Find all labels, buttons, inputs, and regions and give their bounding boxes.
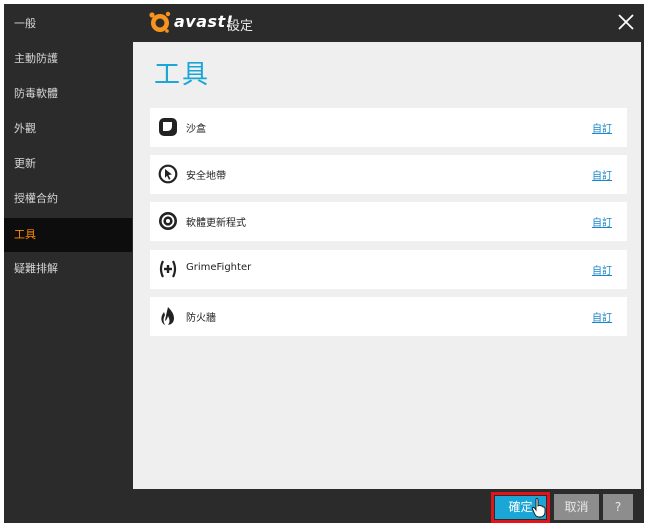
sidebar-item-general[interactable]: 一般 bbox=[4, 7, 132, 41]
title-bar: avast! 設定 bbox=[132, 4, 644, 42]
firewall-icon bbox=[161, 307, 174, 325]
tool-row-grimefighter: GrimeFighter 自訂 bbox=[150, 250, 627, 289]
tool-label: GrimeFighter bbox=[186, 262, 252, 273]
sidebar-item-antivirus[interactable]: 防毒軟體 bbox=[4, 77, 132, 111]
tool-row-sandbox: 沙盒 自訂 bbox=[150, 108, 627, 147]
sidebar-item-license[interactable]: 授權合約 bbox=[4, 182, 132, 216]
avast-logo-icon bbox=[149, 11, 171, 33]
sidebar-item-update[interactable]: 更新 bbox=[4, 147, 132, 181]
tool-row-firewall: 防火牆 自訂 bbox=[150, 297, 627, 336]
settings-window: 一般 主動防護 防毒軟體 外觀 更新 授權合約 工具 疑難排解 avast! 設… bbox=[4, 4, 644, 523]
customize-link-software-updater[interactable]: 自訂 bbox=[592, 214, 612, 229]
software-updater-icon bbox=[159, 212, 177, 230]
sidebar-item-tools[interactable]: 工具 bbox=[4, 218, 132, 252]
close-icon[interactable] bbox=[616, 12, 636, 32]
customize-link-safezone[interactable]: 自訂 bbox=[592, 167, 612, 182]
sidebar-item-appearance[interactable]: 外觀 bbox=[4, 112, 132, 146]
tools-panel: 工具 沙盒 自訂 安全地帶 自訂 軟體更新程式 自訂 GrimeFighter … bbox=[133, 42, 641, 489]
tool-label: 防火牆 bbox=[186, 313, 216, 324]
tool-label: 安全地帶 bbox=[186, 171, 226, 182]
customize-link-firewall[interactable]: 自訂 bbox=[592, 309, 612, 324]
customize-link-grimefighter[interactable]: 自訂 bbox=[592, 262, 612, 277]
sandbox-icon bbox=[159, 118, 177, 136]
page-title: 工具 bbox=[154, 60, 211, 90]
sidebar-item-active-protection[interactable]: 主動防護 bbox=[4, 42, 132, 76]
brand-wordmark: avast! bbox=[174, 12, 234, 31]
customize-link-sandbox[interactable]: 自訂 bbox=[592, 120, 612, 135]
tool-row-safezone: 安全地帶 自訂 bbox=[150, 155, 627, 194]
hand-cursor-icon bbox=[531, 498, 546, 518]
help-button[interactable]: ? bbox=[603, 494, 633, 520]
window-title: 設定 bbox=[227, 19, 254, 34]
safezone-icon bbox=[158, 164, 178, 184]
sidebar: 一般 主動防護 防毒軟體 外觀 更新 授權合約 工具 疑難排解 bbox=[4, 4, 132, 523]
tool-label: 沙盒 bbox=[186, 124, 206, 135]
tool-label: 軟體更新程式 bbox=[186, 218, 246, 229]
sidebar-item-troubleshooting[interactable]: 疑難排解 bbox=[4, 252, 132, 286]
cancel-button[interactable]: 取消 bbox=[554, 494, 599, 520]
tool-row-software-updater: 軟體更新程式 自訂 bbox=[150, 202, 627, 241]
grimefighter-icon bbox=[159, 260, 177, 278]
